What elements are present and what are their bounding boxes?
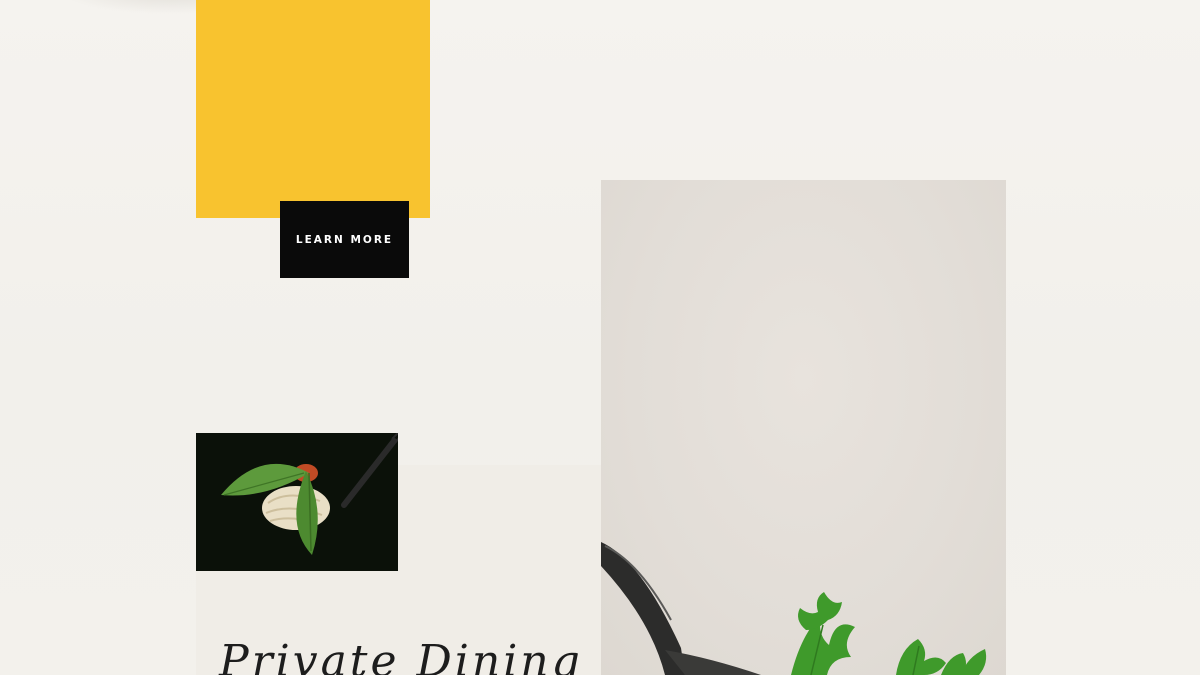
section-heading: Private Dining <box>219 636 583 675</box>
pasta-thumbnail-image <box>196 433 398 571</box>
page: LEARN MORE Private Dining <box>0 0 1200 675</box>
learn-more-button[interactable]: LEARN MORE <box>280 201 409 278</box>
fork-parsley-photo <box>601 180 1006 675</box>
accent-color-block <box>196 0 430 218</box>
